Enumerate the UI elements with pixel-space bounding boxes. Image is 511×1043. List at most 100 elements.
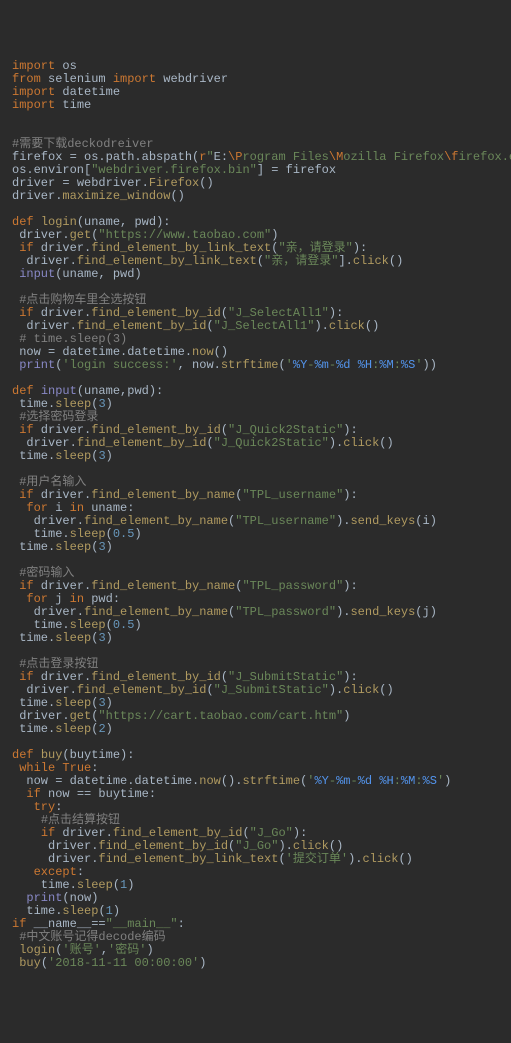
token-str: "J_SelectAll1"	[228, 306, 329, 320]
token-str: :	[415, 774, 422, 788]
token-fmt: %d	[336, 358, 350, 372]
token-id: ()	[379, 436, 393, 450]
token-id: buytime:	[91, 787, 156, 801]
token-fn: sleep	[55, 631, 91, 645]
token-id: datetime	[55, 85, 120, 99]
token-id: )	[343, 709, 350, 723]
token-id: now	[12, 774, 55, 788]
token-kw: def	[12, 748, 41, 762]
token-id: ))	[423, 358, 437, 372]
token-fn: Firefox	[149, 176, 199, 190]
token-num: 1	[106, 904, 113, 918]
token-kw: if	[26, 787, 40, 801]
token-id: ):	[156, 215, 170, 229]
token-bi: input	[19, 267, 55, 281]
token-str: irefox.exe	[459, 150, 511, 164]
token-fn: find_element_by_link_text	[98, 852, 278, 866]
token-id: ):	[343, 488, 357, 502]
token-kw: if	[41, 826, 55, 840]
token-str: '	[415, 358, 422, 372]
token-fn: find_element_by_name	[84, 514, 228, 528]
token-id: (	[62, 748, 69, 762]
token-str: :	[394, 774, 401, 788]
token-kw: if	[19, 670, 33, 684]
token-str: "J_Go"	[235, 839, 278, 853]
token-par: ,	[101, 943, 108, 957]
token-id: pwd:	[84, 592, 120, 606]
token-bi: print	[26, 891, 62, 905]
token-fn: sleep	[55, 696, 91, 710]
token-id: )	[106, 449, 113, 463]
token-id: time.	[12, 631, 55, 645]
token-fmt: %M	[401, 774, 415, 788]
token-kw: import	[113, 72, 156, 86]
token-id: driver.	[34, 241, 92, 255]
token-str: "TPL_username"	[235, 514, 336, 528]
token-fn: find_element_by_id	[77, 683, 207, 697]
token-id: driver.	[12, 189, 62, 203]
token-str: '	[286, 358, 293, 372]
token-id: (	[206, 436, 213, 450]
token-str: "J_Quick2Static"	[228, 423, 343, 437]
token-id: )	[444, 774, 451, 788]
token-fn: sleep	[55, 722, 91, 736]
token-kw: in	[70, 501, 84, 515]
token-fmt: %Y	[314, 774, 328, 788]
token-str: "__main__"	[106, 917, 178, 931]
token-fn: sleep	[55, 540, 91, 554]
token-fn: buy	[19, 956, 41, 970]
token-id: E:	[214, 150, 228, 164]
token-str: 'login success:'	[62, 358, 177, 372]
token-fn: login	[41, 215, 77, 229]
token-id: ).	[278, 839, 292, 853]
token-kw: from	[12, 72, 41, 86]
token-bi: print	[19, 358, 55, 372]
token-str: "TPL_username"	[242, 488, 343, 502]
token-fn: sleep	[62, 904, 98, 918]
token-fn: strftime	[242, 774, 300, 788]
token-par: ==	[77, 787, 91, 801]
token-id	[12, 943, 19, 957]
token-id: ):	[329, 306, 343, 320]
token-kw: in	[70, 592, 84, 606]
token-fn: click	[353, 254, 389, 268]
token-id: time.	[12, 397, 55, 411]
token-id: driver.	[34, 306, 92, 320]
token-kw: if	[19, 579, 33, 593]
token-id: (j)	[415, 605, 437, 619]
token-id: driver.	[12, 319, 77, 333]
token-fmt: %M	[379, 358, 393, 372]
token-id: driver.	[12, 514, 84, 528]
token-id	[12, 956, 19, 970]
token-cm: #选择密码登录	[19, 410, 98, 424]
token-fmt: %S	[423, 774, 437, 788]
token-fn: buy	[41, 748, 63, 762]
code-editor: import os from selenium import webdriver…	[12, 60, 499, 970]
token-num: 3	[98, 631, 105, 645]
token-id: driver.	[12, 683, 77, 697]
token-id: now	[41, 787, 77, 801]
token-fn: sleep	[55, 397, 91, 411]
token-id: ):	[353, 241, 367, 255]
token-cm: # time.sleep(3)	[19, 332, 127, 346]
token-id	[12, 865, 34, 879]
token-id: ):	[343, 423, 357, 437]
token-kw: True	[62, 761, 91, 775]
token-id	[12, 891, 26, 905]
token-str	[351, 358, 358, 372]
token-fmt: %d	[358, 774, 372, 788]
token-kw: if	[19, 306, 33, 320]
token-id: time.	[12, 878, 77, 892]
token-par: ,	[98, 267, 112, 281]
token-id: (	[55, 943, 62, 957]
token-id: pwd	[127, 384, 149, 398]
token-cm: #点击登录按钮	[19, 657, 98, 671]
token-id: driver.	[12, 436, 77, 450]
token-id: ).	[348, 852, 362, 866]
token-id: (	[221, 306, 228, 320]
token-id: )	[106, 540, 113, 554]
token-id: pwd	[134, 215, 156, 229]
token-id: :	[77, 865, 84, 879]
token-fmt: %m	[314, 358, 328, 372]
token-id: )	[106, 696, 113, 710]
